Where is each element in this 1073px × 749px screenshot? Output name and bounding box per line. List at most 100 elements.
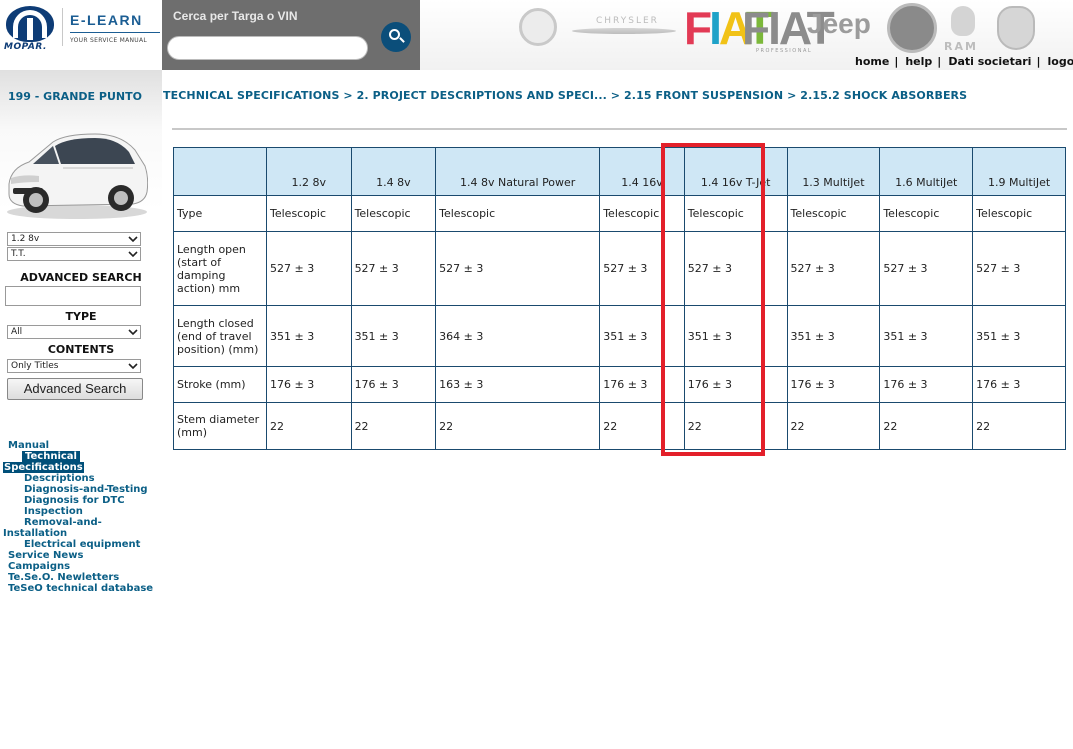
table-cell: 22 xyxy=(786,402,881,450)
table-cell: 176 ± 3 xyxy=(683,366,788,403)
breadcrumb[interactable]: TECHNICAL SPECIFICATIONS > 2. PROJECT DE… xyxy=(163,89,967,102)
type-select-value: All xyxy=(11,327,23,337)
company-info-link[interactable]: Dati societari xyxy=(948,55,1031,68)
content-divider xyxy=(172,128,1067,130)
table-column-header: 1.2 8v xyxy=(266,147,352,196)
nav-item-technical[interactable]: Technical xyxy=(22,451,80,462)
table-cell: 351 ± 3 xyxy=(683,305,788,367)
jeep-logo[interactable]: Jeep xyxy=(807,8,871,40)
table-cell: Telescopic xyxy=(266,195,352,232)
table-header-row: 1.2 8v 1.4 8v 1.4 8v Natural Power 1.4 1… xyxy=(173,147,1066,196)
lancia-logo-icon[interactable] xyxy=(887,3,937,53)
table-cell: Telescopic xyxy=(972,195,1066,232)
row-label: Length open (start of damping action) mm xyxy=(173,231,267,306)
table-cell: 527 ± 3 xyxy=(350,231,437,306)
chevron-down-icon xyxy=(128,251,138,258)
table-column-header: 1.4 16v T-Jet xyxy=(683,147,788,196)
type-select[interactable]: All xyxy=(7,325,141,339)
contents-heading: CONTENTS xyxy=(47,343,115,356)
nav-item-diagnosis-dtc[interactable]: Diagnosis for DTC xyxy=(24,495,125,506)
table-column-header: 1.3 MultiJet xyxy=(786,147,881,196)
advanced-search-button[interactable]: Advanced Search xyxy=(7,378,143,400)
table-cell: Telescopic xyxy=(350,195,437,232)
table-header-corner xyxy=(173,147,267,196)
ram-logo-text: RAM xyxy=(944,40,978,53)
nav-item-teseo-newletters[interactable]: Te.Se.O. Newletters xyxy=(8,572,119,583)
table-cell: 22 xyxy=(435,402,601,450)
nav-item-descriptions[interactable]: Descriptions xyxy=(24,473,95,484)
table-cell: 351 ± 3 xyxy=(786,305,881,367)
variant-select[interactable]: T.T. xyxy=(7,247,141,261)
nav-item-diagnosis-testing[interactable]: Diagnosis-and-Testing xyxy=(24,484,148,495)
top-links: home|help|Dati societari|logout xyxy=(855,55,1073,69)
table-cell: Telescopic xyxy=(435,195,601,232)
mopar-logo-text: MOPAR. xyxy=(4,42,47,52)
row-label: Length closed (end of travel position) (… xyxy=(173,305,267,367)
vin-search-area: Cerca per Targa o VIN xyxy=(162,0,420,70)
help-link[interactable]: help xyxy=(905,55,932,68)
table-cell: 527 ± 3 xyxy=(435,231,601,306)
model-title: 199 - GRANDE PUNTO xyxy=(8,90,142,103)
table-cell: 351 ± 3 xyxy=(266,305,352,367)
table-cell: 22 xyxy=(683,402,788,450)
search-icon-handle xyxy=(399,37,405,43)
table-cell: 527 ± 3 xyxy=(972,231,1066,306)
logout-link[interactable]: logout xyxy=(1048,55,1073,68)
mopar-m-icon xyxy=(13,10,47,40)
table-cell: 351 ± 3 xyxy=(599,305,685,367)
table-cell: 22 xyxy=(599,402,685,450)
row-label: Stroke (mm) xyxy=(173,366,267,403)
brand-logos: CHRYSLER FIAT FIAT PROFESSIONAL Jeep RAM xyxy=(420,0,1073,56)
table-column-header: 1.9 MultiJet xyxy=(972,147,1066,196)
table-cell: 364 ± 3 xyxy=(435,305,601,367)
table-cell: 527 ± 3 xyxy=(266,231,352,306)
table-cell: 22 xyxy=(879,402,974,450)
chrysler-wing-icon xyxy=(572,28,676,34)
nav-item-specifications[interactable]: Specifications xyxy=(3,462,84,473)
sidebar: 199 - GRANDE PUNTO 1.2 8v T.T. ADVANCED … xyxy=(0,70,162,749)
app-subtitle: YOUR SERVICE MANUAL xyxy=(70,37,148,44)
table-column-header: 1.6 MultiJet xyxy=(879,147,974,196)
table-cell: 176 ± 3 xyxy=(879,366,974,403)
vin-search-input[interactable] xyxy=(167,36,368,60)
advanced-search-heading: ADVANCED SEARCH xyxy=(20,271,142,284)
ram-logo[interactable]: RAM xyxy=(940,6,984,54)
nav-item-inspection[interactable]: Inspection xyxy=(24,506,83,517)
nav-item-teseo-database[interactable]: TeSeO technical database xyxy=(8,583,153,594)
car-image xyxy=(7,133,148,219)
vin-search-button[interactable] xyxy=(381,22,411,52)
top-header: MOPAR. E-LEARN YOUR SERVICE MANUAL Cerca… xyxy=(0,0,1073,70)
table-cell: 176 ± 3 xyxy=(599,366,685,403)
advanced-search-input[interactable] xyxy=(5,286,141,306)
nav-item-manual[interactable]: Manual xyxy=(8,440,49,451)
table-cell: 22 xyxy=(266,402,352,450)
table-cell: 351 ± 3 xyxy=(972,305,1066,367)
home-link[interactable]: home xyxy=(855,55,889,68)
nav-item-electrical-equipment[interactable]: Electrical equipment xyxy=(24,539,140,550)
table-row: Stem diameter (mm) 22 22 22 22 22 22 22 … xyxy=(173,402,1066,450)
table-cell: 176 ± 3 xyxy=(350,366,437,403)
nav-item-service-news[interactable]: Service News xyxy=(8,550,83,561)
nav-item-campaigns[interactable]: Campaigns xyxy=(8,561,70,572)
table-cell: 527 ± 3 xyxy=(683,231,788,306)
table-cell: 22 xyxy=(350,402,437,450)
engine-select-value: 1.2 8v xyxy=(11,234,40,244)
alfa-romeo-logo-icon[interactable] xyxy=(519,8,557,46)
logo-divider xyxy=(62,8,63,46)
fiat-professional-sublabel: PROFESSIONAL xyxy=(756,48,813,54)
table-row: Length closed (end of travel position) (… xyxy=(173,305,1066,367)
abarth-logo-icon[interactable] xyxy=(997,6,1035,50)
row-label: Stem diameter (mm) xyxy=(173,402,267,450)
contents-select[interactable]: Only Titles xyxy=(7,359,141,373)
table-cell: Telescopic xyxy=(786,195,881,232)
table-cell: 22 xyxy=(972,402,1066,450)
chrysler-logo[interactable]: CHRYSLER xyxy=(572,14,676,34)
table-cell: 163 ± 3 xyxy=(435,366,601,403)
nav-item-removal[interactable]: Removal-and- xyxy=(24,517,102,528)
table-cell: 351 ± 3 xyxy=(350,305,437,367)
engine-select[interactable]: 1.2 8v xyxy=(7,232,141,246)
nav-item-installation[interactable]: Installation xyxy=(3,528,67,539)
brand-block: MOPAR. E-LEARN YOUR SERVICE MANUAL xyxy=(0,0,162,70)
app-title-underline xyxy=(70,32,160,33)
ram-head-icon xyxy=(951,6,975,36)
